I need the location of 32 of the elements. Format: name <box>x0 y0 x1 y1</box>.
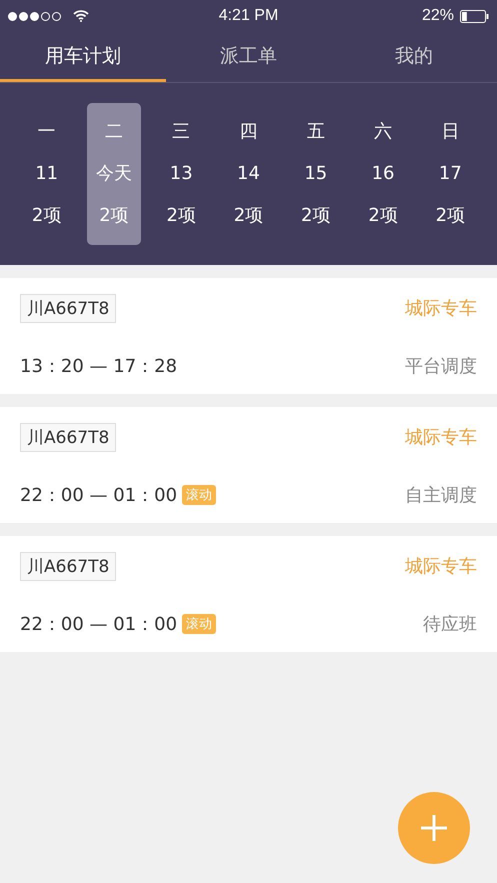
plate-label: 川A667T8 <box>20 294 116 323</box>
time-range: 22：00 — 01：00 <box>20 484 178 508</box>
trip-card[interactable]: 川A667T8 城际专车 22：00 — 01：00 滚动 自主调度 <box>0 407 497 523</box>
trip-card[interactable]: 川A667T8 城际专车 13：20 — 17：28 平台调度 <box>0 278 497 394</box>
day-cell[interactable]: 四 14 2项 <box>222 103 276 245</box>
trip-card[interactable]: 川A667T8 城际专车 22：00 — 01：00 滚动 待应班 <box>0 536 497 652</box>
signal-icon <box>8 12 61 20</box>
time-range: 13：20 — 17：28 <box>20 355 178 378</box>
tab[interactable]: 派工单 <box>166 32 332 82</box>
trip-type: 城际专车 <box>405 426 477 450</box>
dispatch-label: 自主调度 <box>405 484 477 508</box>
trip-type: 城际专车 <box>405 297 477 320</box>
trip-type: 城际专车 <box>405 555 477 578</box>
dispatch-label: 待应班 <box>423 613 477 636</box>
plus-icon <box>419 813 449 843</box>
wifi-icon <box>73 10 89 22</box>
clock-time: 4:21 PM <box>218 7 278 25</box>
plate-label: 川A667T8 <box>20 552 116 581</box>
day-cell[interactable]: 一 11 2项 <box>20 103 74 245</box>
day-cell[interactable]: 日 17 2项 <box>424 103 477 245</box>
tab[interactable]: 用车计划 <box>0 32 166 82</box>
time-range: 22：00 — 01：00 <box>20 613 178 636</box>
tag-label: 滚动 <box>182 485 216 506</box>
tab[interactable]: 我的 <box>331 32 497 82</box>
battery-percent: 22% <box>422 7 454 25</box>
day-cell[interactable]: 六 16 2项 <box>356 103 410 245</box>
day-cell[interactable]: 五 15 2项 <box>289 103 342 245</box>
dispatch-label: 平台调度 <box>405 355 477 378</box>
battery-icon <box>460 10 489 22</box>
day-cell[interactable]: 三 13 2项 <box>154 103 208 245</box>
plate-label: 川A667T8 <box>20 422 116 452</box>
tag-label: 滚动 <box>182 614 216 634</box>
